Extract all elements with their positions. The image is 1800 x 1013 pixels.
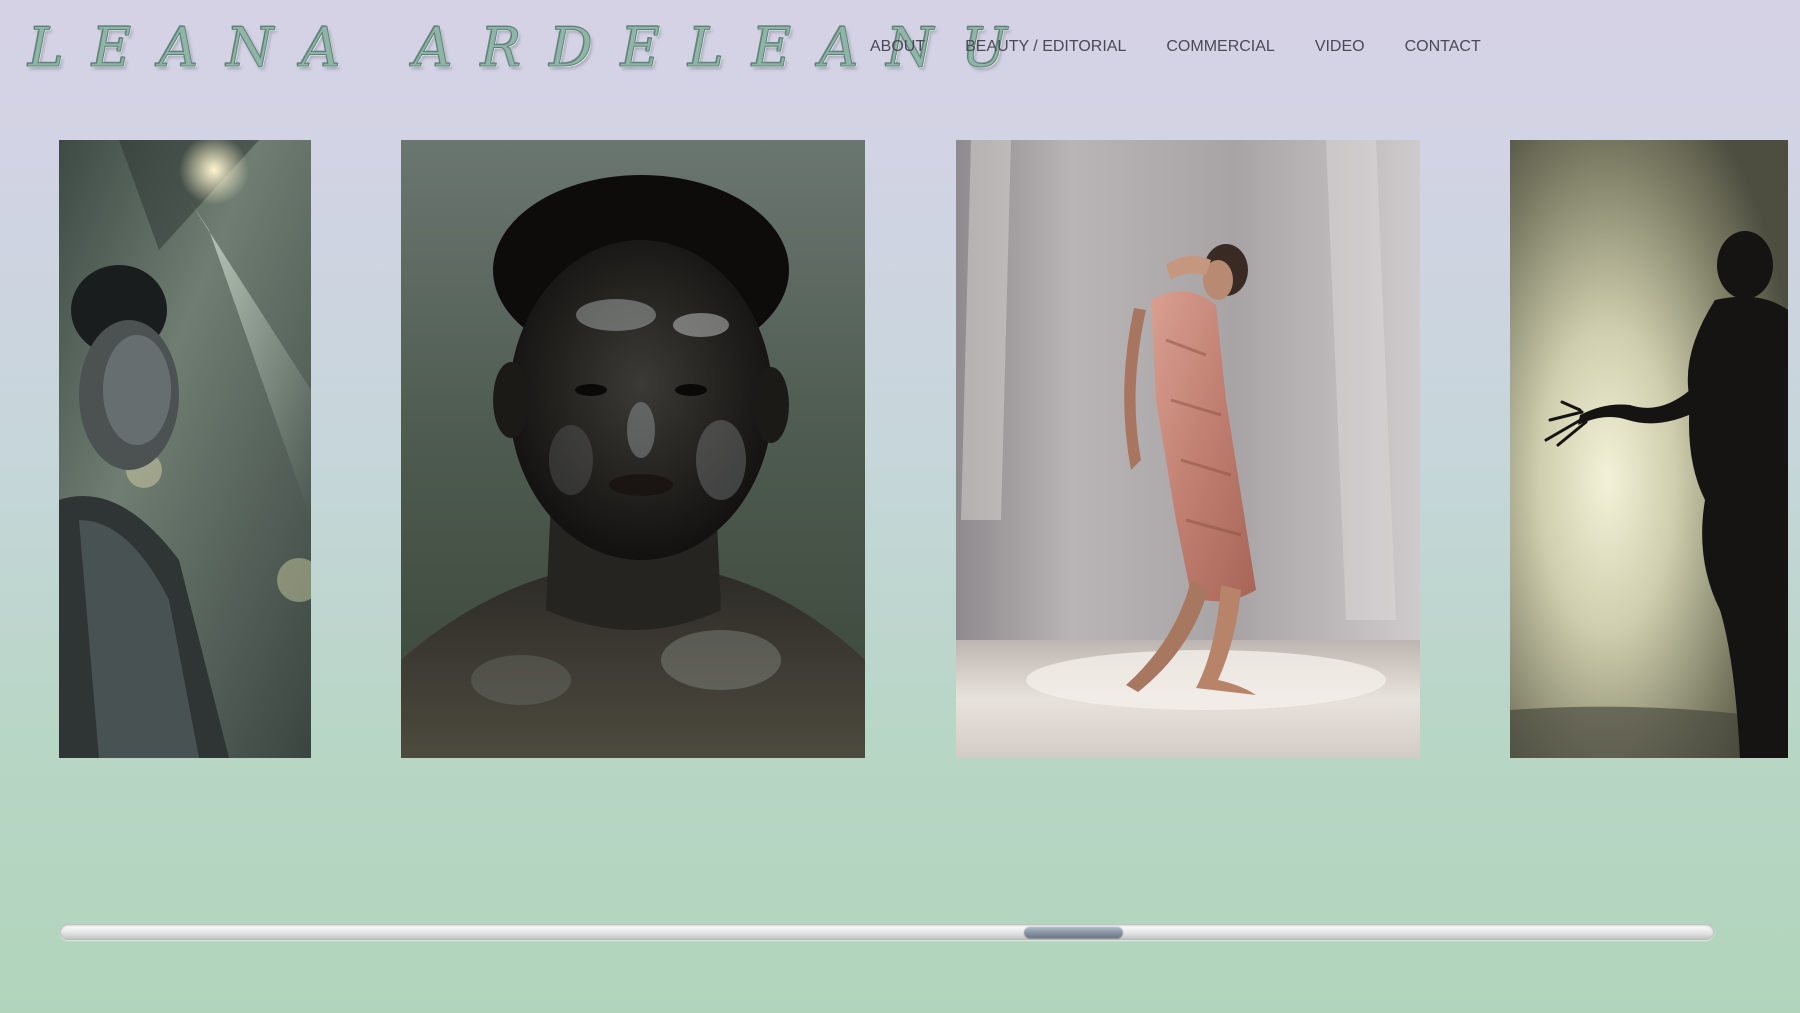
silhouette-image bbox=[1510, 140, 1788, 758]
main-nav: ABOUT BEAUTY / EDITORIAL COMMERCIAL VIDE… bbox=[870, 38, 1521, 56]
gallery-scrollbar[interactable] bbox=[60, 924, 1714, 940]
photo-gallery bbox=[0, 140, 1800, 758]
nav-about[interactable]: ABOUT bbox=[870, 38, 925, 56]
site-header: LEANA ARDELEANU ABOUT BEAUTY / EDITORIAL… bbox=[0, 0, 1800, 100]
gallery-photo-prism-portrait[interactable] bbox=[59, 140, 311, 758]
nav-beauty-editorial[interactable]: BEAUTY / EDITORIAL bbox=[965, 38, 1126, 56]
gallery-photo-glossy-portrait[interactable] bbox=[401, 140, 865, 758]
walking-figure-image bbox=[956, 140, 1420, 758]
scrollbar-thumb[interactable] bbox=[1023, 926, 1124, 938]
glossy-portrait-image bbox=[401, 140, 865, 758]
gallery-photo-walking-figure[interactable] bbox=[956, 140, 1420, 758]
gallery-photo-silhouette[interactable] bbox=[1510, 140, 1788, 758]
prism-portrait-image bbox=[59, 140, 311, 758]
nav-video[interactable]: VIDEO bbox=[1315, 38, 1365, 56]
nav-commercial[interactable]: COMMERCIAL bbox=[1166, 38, 1274, 56]
nav-contact[interactable]: CONTACT bbox=[1405, 38, 1481, 56]
